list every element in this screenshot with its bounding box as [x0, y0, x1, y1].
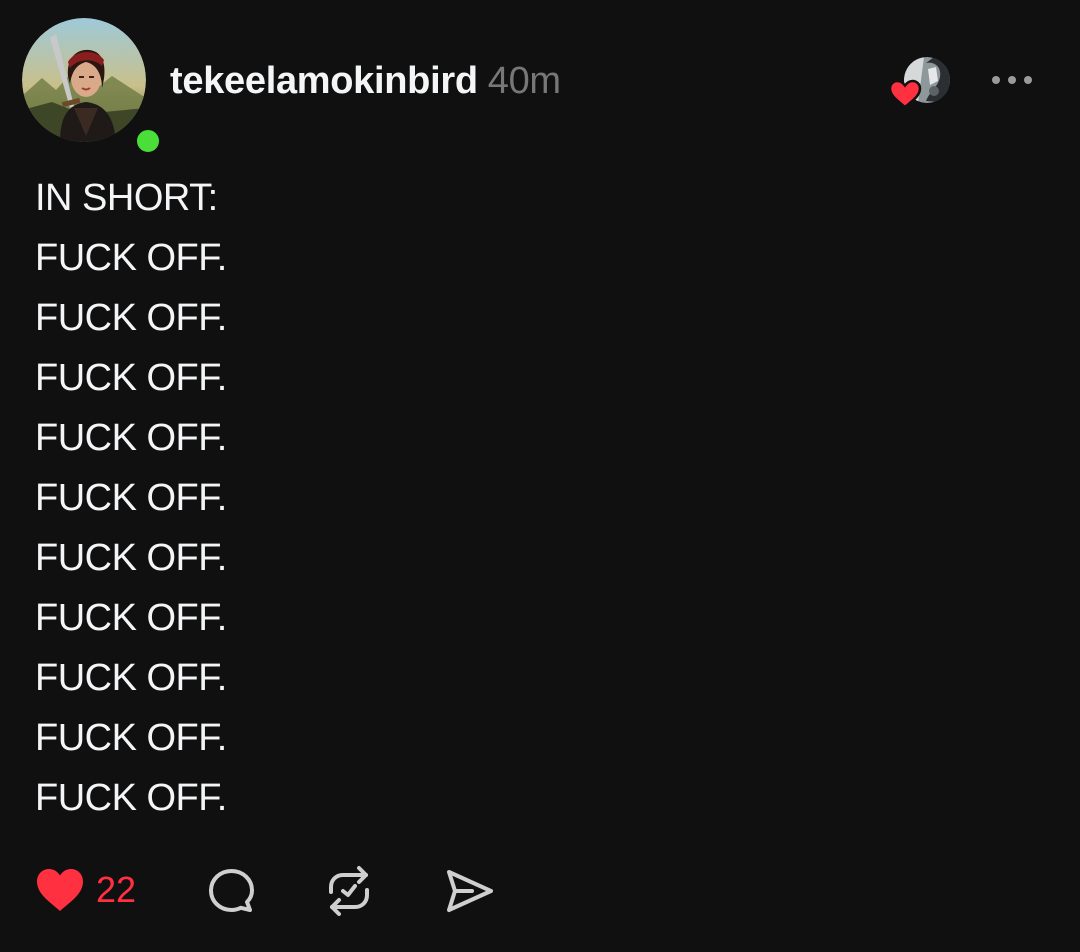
liker-heart-icon [888, 79, 922, 109]
comment-icon [209, 869, 254, 912]
post-text-line: FUCK OFF. [35, 777, 227, 819]
profile-avatar [22, 18, 146, 142]
post-text-heading: IN SHORT: [35, 177, 218, 219]
like-button[interactable]: 22 [30, 860, 150, 920]
post-text-line: FUCK OFF. [35, 597, 227, 639]
like-count: 22 [96, 869, 137, 910]
send-icon [447, 870, 493, 912]
more-horizontal-icon[interactable] [988, 62, 1036, 98]
post-text-line: FUCK OFF. [35, 297, 227, 339]
post-text-line: FUCK OFF. [35, 657, 227, 699]
author-avatar-button[interactable] [22, 18, 163, 156]
repost-icon [329, 866, 369, 916]
post-text-line: FUCK OFF. [35, 357, 227, 399]
online-status-indicator [133, 126, 163, 156]
heart-icon [37, 869, 83, 911]
reply-button[interactable] [202, 860, 260, 920]
post-text-line: FUCK OFF. [35, 717, 227, 759]
author-username: tekeelamokinbird [170, 60, 478, 102]
post-text: IN SHORT: FUCK OFF. FUCK OFF. FUCK OFF. FUCK… [35, 168, 227, 828]
post-text-line: FUCK OFF. [35, 417, 227, 459]
author-username-link[interactable]: tekeelamokinbird 40m [170, 58, 561, 104]
liked-by-indicator[interactable] [888, 55, 952, 111]
post-text-line: FUCK OFF. [35, 537, 227, 579]
post-text-line: FUCK OFF. [35, 237, 227, 279]
share-button[interactable] [440, 860, 498, 920]
post: tekeelamokinbird 40m IN SHORT: FUCK OFF. FU… [0, 0, 1080, 952]
repost-button[interactable] [320, 860, 378, 920]
post-text-line: FUCK OFF. [35, 477, 227, 519]
post-timestamp: 40m [487, 60, 561, 102]
